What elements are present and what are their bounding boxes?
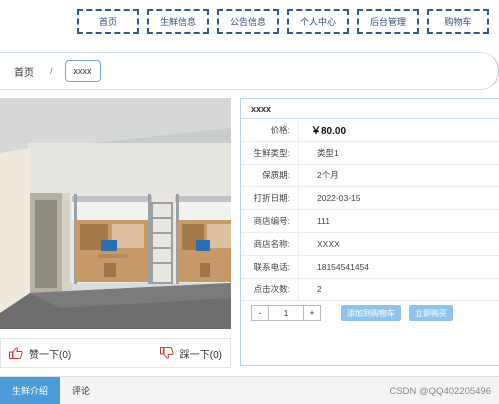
- detail-label: 生鲜类型:: [241, 141, 299, 164]
- detail-row-store-name: 商店名称: XXXX: [241, 232, 499, 256]
- add-to-cart-button[interactable]: 添加到购物车: [341, 305, 401, 322]
- tab-comments[interactable]: 评论: [60, 377, 102, 404]
- product-details-panel: xxxx 价格: ￥80.00 生鲜类型: 类型1 保质期: 2个月 打折日期:…: [240, 98, 499, 366]
- nav-item-cart[interactable]: 购物车: [427, 9, 489, 34]
- breadcrumb-current[interactable]: xxxx: [64, 60, 101, 82]
- detail-label: 点击次数:: [241, 278, 299, 301]
- quantity-plus-button[interactable]: +: [303, 305, 321, 322]
- quantity-input[interactable]: [269, 305, 303, 322]
- detail-label: 联系电话:: [241, 255, 299, 278]
- detail-value: 18154541454: [317, 261, 370, 272]
- detail-value: 类型1: [317, 147, 339, 158]
- detail-label: 保质期:: [241, 164, 299, 187]
- detail-row-phone: 联系电话: 18154541454: [241, 255, 499, 279]
- detail-row-price: 价格: ￥80.00: [241, 119, 499, 142]
- breadcrumb-home-link[interactable]: 首页: [14, 64, 34, 79]
- dislike-button[interactable]: 踩一下(0): [159, 346, 222, 361]
- quantity-minus-button[interactable]: -: [251, 305, 269, 322]
- product-title: xxxx: [241, 99, 499, 119]
- detail-value: 111: [317, 216, 330, 227]
- detail-row-fresh-type: 生鲜类型: 类型1: [241, 141, 499, 165]
- detail-row-discount-date: 打折日期: 2022-03-15: [241, 187, 499, 211]
- price-value: ￥80.00: [311, 126, 347, 138]
- detail-value: 2022-03-15: [317, 193, 361, 204]
- nav-item-admin[interactable]: 后台管理: [357, 9, 419, 34]
- thumbs-up-icon: [9, 347, 23, 359]
- watermark-text: CSDN @QQ402205496: [389, 386, 491, 397]
- detail-value: 2: [317, 284, 322, 295]
- nav-item-announcements[interactable]: 公告信息: [217, 9, 279, 34]
- dormitory-room-photo: [0, 98, 231, 329]
- detail-row-click-count: 点击次数: 2: [241, 278, 499, 302]
- top-nav: 首页 生鲜信息 公告信息 个人中心 后台管理 购物车: [77, 9, 495, 34]
- price-label: 价格:: [241, 119, 299, 141]
- like-label: 赞一下(0): [29, 349, 72, 361]
- detail-tabs: 生鲜介绍 评论 CSDN @QQ402205496: [0, 376, 499, 404]
- product-image: [0, 98, 231, 329]
- thumbs-down-icon: [159, 347, 174, 359]
- vote-bar: 赞一下(0) 踩一下(0): [0, 338, 231, 368]
- breadcrumb: 首页 / xxxx: [0, 52, 499, 90]
- breadcrumb-separator: /: [50, 66, 53, 76]
- detail-value: 2个月: [317, 170, 339, 181]
- nav-item-fresh-info[interactable]: 生鲜信息: [147, 9, 209, 34]
- detail-label: 打折日期:: [241, 187, 299, 210]
- buy-now-button[interactable]: 立即购买: [409, 305, 453, 322]
- nav-item-home[interactable]: 首页: [77, 9, 139, 34]
- detail-label: 商店编号:: [241, 210, 299, 232]
- detail-row-shelf-life: 保质期: 2个月: [241, 164, 499, 188]
- detail-value: XXXX: [317, 238, 340, 249]
- detail-label: 商店名称:: [241, 232, 299, 255]
- nav-item-personal-center[interactable]: 个人中心: [287, 9, 349, 34]
- cart-controls: - + 添加到购物车 立即购买: [241, 301, 499, 325]
- tab-fresh-intro[interactable]: 生鲜介绍: [0, 376, 61, 404]
- like-button[interactable]: 赞一下(0): [9, 346, 71, 361]
- dislike-label: 踩一下(0): [179, 349, 222, 361]
- detail-row-store-id: 商店编号: 111: [241, 210, 499, 233]
